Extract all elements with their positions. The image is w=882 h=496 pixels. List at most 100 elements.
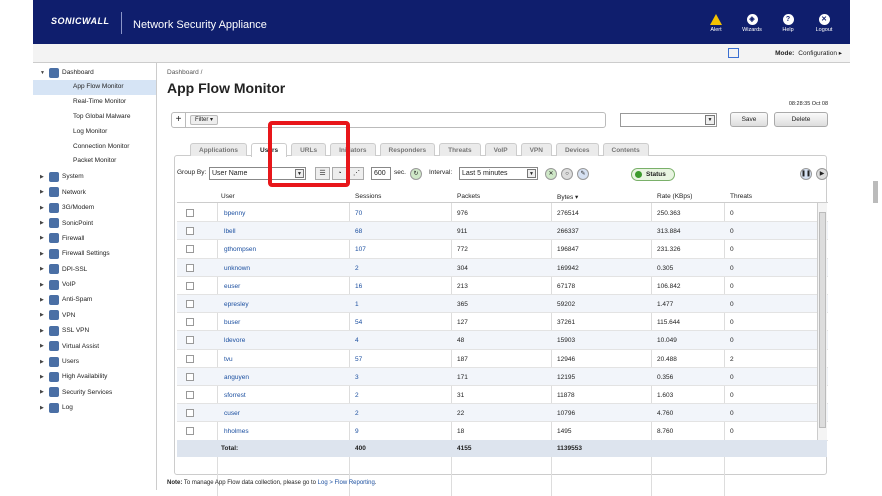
user-link[interactable]: hholmes xyxy=(224,428,249,435)
row-checkbox[interactable] xyxy=(186,318,194,327)
sidebar-item-firewall[interactable]: ▶ Firewall xyxy=(33,231,156,246)
user-link[interactable]: unknown xyxy=(224,265,250,272)
settings-icon[interactable]: ✎ xyxy=(577,168,589,180)
sidebar-item-3g-modem[interactable]: ▶ 3G/Modem xyxy=(33,200,156,215)
export-excel-icon[interactable]: ✕ xyxy=(545,168,557,180)
sidebar-item-voip[interactable]: ▶ VoIP xyxy=(33,277,156,292)
add-filter-button[interactable]: + xyxy=(172,113,186,127)
pause-icon[interactable]: ❚❚ xyxy=(800,168,812,180)
flow-reporting-link[interactable]: Log > Flow Reporting xyxy=(318,480,375,486)
sessions-link[interactable]: 57 xyxy=(355,356,362,363)
status-button[interactable]: Status xyxy=(631,168,675,181)
sidebar-subitem-connection-monitor[interactable]: Connection Monitor xyxy=(33,140,156,155)
filter-dropdown-button[interactable]: Filter ▾ xyxy=(190,115,219,125)
table-row[interactable]: hholmes 9 18 1495 8.760 0 xyxy=(177,422,828,441)
row-checkbox[interactable] xyxy=(186,281,194,290)
sessions-link[interactable]: 2 xyxy=(355,410,359,417)
sidebar-item-users[interactable]: ▶ Users xyxy=(33,354,156,369)
user-link[interactable]: anguyen xyxy=(224,374,249,381)
sidebar-item-anti-spam[interactable]: ▶ Anti-Spam xyxy=(33,292,156,307)
user-link[interactable]: gthompsen xyxy=(224,246,256,253)
wizards-button[interactable]: ◈ Wizards xyxy=(740,14,764,33)
table-row[interactable]: bpenny 70 976 276514 250.363 0 xyxy=(177,204,828,223)
sidebar-item-ssl-vpn[interactable]: ▶ SSL VPN xyxy=(33,323,156,338)
row-checkbox[interactable] xyxy=(186,300,194,308)
user-link[interactable]: sforrest xyxy=(224,392,246,399)
sidebar-subitem-log-monitor[interactable]: Log Monitor xyxy=(33,125,156,140)
graph-view-icon[interactable]: ⋰ xyxy=(349,167,364,180)
column-header[interactable]: Bytes ▾ xyxy=(557,193,578,201)
row-checkbox[interactable] xyxy=(186,336,194,345)
sessions-link[interactable]: 2 xyxy=(355,392,359,399)
play-icon[interactable]: ▶ xyxy=(816,168,828,180)
table-row[interactable]: tvu 57 187 12946 20.488 2 xyxy=(177,350,828,368)
tab-threats[interactable]: Threats xyxy=(439,143,481,156)
window-icon[interactable] xyxy=(728,48,739,58)
tab-responders[interactable]: Responders xyxy=(379,143,436,156)
user-link[interactable]: tvu xyxy=(224,356,233,363)
scrollbar-thumb[interactable] xyxy=(819,212,826,428)
row-checkbox[interactable] xyxy=(186,409,194,418)
table-row[interactable]: unknown 2 304 169942 0.305 0 xyxy=(177,258,828,277)
table-row[interactable]: cuser 2 22 10796 4.760 0 xyxy=(177,404,828,423)
sidebar-item-network[interactable]: ▶ Network xyxy=(33,185,156,200)
row-checkbox[interactable] xyxy=(186,354,194,363)
sidebar-item-security-services[interactable]: ▶ Security Services xyxy=(33,385,156,400)
row-checkbox[interactable] xyxy=(186,372,194,381)
sidebar-subitem-top-global-malware[interactable]: Top Global Malware xyxy=(33,110,156,125)
window-scrollbar[interactable] xyxy=(873,181,878,203)
sidebar-subitem-real-time-monitor[interactable]: Real-Time Monitor xyxy=(33,95,156,110)
column-header[interactable]: Sessions xyxy=(355,193,381,200)
row-checkbox[interactable] xyxy=(186,427,194,436)
sessions-link[interactable]: 4 xyxy=(355,337,359,344)
save-button[interactable]: Save xyxy=(730,112,768,127)
view-select[interactable]: ▼ xyxy=(620,113,717,127)
chevron-down-icon[interactable]: ▼ xyxy=(527,169,536,178)
tab-applications[interactable]: Applications xyxy=(190,143,248,156)
sidebar-item-firewall-settings[interactable]: ▶ Firewall Settings xyxy=(33,246,156,261)
help-button[interactable]: ? Help xyxy=(776,14,800,33)
user-link[interactable]: bpenny xyxy=(224,210,245,217)
table-row[interactable]: sforrest 2 31 11878 1.603 0 xyxy=(177,386,828,405)
table-row[interactable]: lbell 68 911 266337 313.884 0 xyxy=(177,222,828,241)
row-checkbox[interactable] xyxy=(186,245,194,254)
column-header[interactable]: Packets xyxy=(457,193,480,200)
row-checkbox[interactable] xyxy=(186,263,194,272)
sidebar-item-dashboard[interactable]: ▼ Dashboard xyxy=(33,65,156,80)
sidebar-item-log[interactable]: ▶ Log xyxy=(33,400,156,415)
table-row[interactable]: buser 54 127 37261 115.644 0 xyxy=(177,313,828,332)
user-link[interactable]: buser xyxy=(224,319,240,326)
refresh-seconds-input[interactable]: 600 xyxy=(371,167,391,180)
user-link[interactable]: cuser xyxy=(224,410,240,417)
sessions-link[interactable]: 70 xyxy=(355,210,362,217)
sessions-link[interactable]: 1 xyxy=(355,301,359,308)
sidebar-subitem-app-flow-monitor[interactable]: App Flow Monitor xyxy=(33,80,156,96)
table-row[interactable]: euser 16 213 67178 106.842 0 xyxy=(177,277,828,295)
alert-button[interactable]: Alert xyxy=(704,14,728,33)
user-link[interactable]: epresley xyxy=(224,301,249,308)
column-header[interactable]: User xyxy=(221,193,235,200)
table-row[interactable]: anguyen 3 171 12195 0.356 0 xyxy=(177,367,828,386)
breadcrumb[interactable]: Dashboard / xyxy=(167,69,202,76)
interval-select[interactable]: Last 5 minutes ▼ xyxy=(459,167,538,180)
user-link[interactable]: ldevore xyxy=(224,337,245,344)
column-header[interactable]: Rate (KBps) xyxy=(657,193,692,200)
tab-contents[interactable]: Contents xyxy=(602,143,649,156)
sidebar-subitem-packet-monitor[interactable]: Packet Monitor xyxy=(33,154,156,169)
sessions-link[interactable]: 3 xyxy=(355,374,359,381)
column-header[interactable]: Threats xyxy=(730,193,752,200)
row-checkbox[interactable] xyxy=(186,227,194,236)
tab-vpn[interactable]: VPN xyxy=(520,143,552,156)
user-link[interactable]: lbell xyxy=(224,228,236,235)
tab-voip[interactable]: VoIP xyxy=(484,143,517,156)
sessions-link[interactable]: 2 xyxy=(355,265,359,272)
sidebar-item-high-availability[interactable]: ▶ High Availability xyxy=(33,369,156,384)
sessions-link[interactable]: 16 xyxy=(355,283,362,290)
refresh-icon[interactable]: ↻ xyxy=(410,168,422,180)
sessions-link[interactable]: 54 xyxy=(355,319,362,326)
sessions-link[interactable]: 68 xyxy=(355,228,362,235)
mode-selector[interactable]: Mode: Configuration ▸ xyxy=(775,49,842,57)
tab-devices[interactable]: Devices xyxy=(555,143,599,156)
table-row[interactable]: epresley 1 365 59202 1.477 0 xyxy=(177,295,828,314)
reset-icon[interactable]: ○ xyxy=(561,168,573,180)
